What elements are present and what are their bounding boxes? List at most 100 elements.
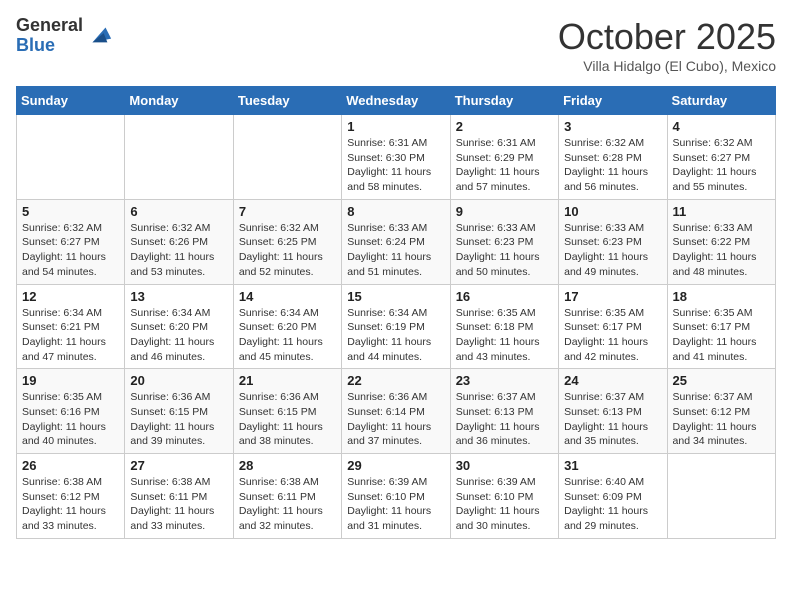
day-info: Sunrise: 6:34 AMSunset: 6:19 PMDaylight:… [347, 306, 444, 365]
logo: General Blue [16, 16, 113, 56]
day-info: Sunrise: 6:37 AMSunset: 6:13 PMDaylight:… [564, 390, 661, 449]
day-number: 24 [564, 373, 661, 388]
calendar-cell: 24 Sunrise: 6:37 AMSunset: 6:13 PMDayligh… [559, 369, 667, 454]
day-info: Sunrise: 6:38 AMSunset: 6:11 PMDaylight:… [239, 475, 336, 534]
day-header-tuesday: Tuesday [233, 87, 341, 115]
day-number: 6 [130, 204, 227, 219]
day-info: Sunrise: 6:35 AMSunset: 6:16 PMDaylight:… [22, 390, 119, 449]
day-number: 2 [456, 119, 553, 134]
day-number: 4 [673, 119, 770, 134]
calendar-cell [17, 115, 125, 200]
calendar-week-4: 19 Sunrise: 6:35 AMSunset: 6:16 PMDayligh… [17, 369, 776, 454]
day-info: Sunrise: 6:32 AMSunset: 6:27 PMDaylight:… [673, 136, 770, 195]
month-title: October 2025 [558, 16, 776, 58]
calendar-header-row: SundayMondayTuesdayWednesdayThursdayFrid… [17, 87, 776, 115]
day-info: Sunrise: 6:36 AMSunset: 6:14 PMDaylight:… [347, 390, 444, 449]
day-info: Sunrise: 6:35 AMSunset: 6:17 PMDaylight:… [564, 306, 661, 365]
day-info: Sunrise: 6:34 AMSunset: 6:20 PMDaylight:… [239, 306, 336, 365]
logo-general-text: General [16, 16, 83, 36]
calendar-cell: 4 Sunrise: 6:32 AMSunset: 6:27 PMDaylight… [667, 115, 775, 200]
logo-blue-text: Blue [16, 36, 83, 56]
calendar-cell: 14 Sunrise: 6:34 AMSunset: 6:20 PMDayligh… [233, 284, 341, 369]
day-header-saturday: Saturday [667, 87, 775, 115]
day-info: Sunrise: 6:36 AMSunset: 6:15 PMDaylight:… [239, 390, 336, 449]
day-header-friday: Friday [559, 87, 667, 115]
calendar-week-3: 12Sunrise: 6:34 AMSunset: 6:21 PMDayligh… [17, 284, 776, 369]
calendar-week-1: 1 Sunrise: 6:31 AMSunset: 6:30 PMDaylight… [17, 115, 776, 200]
day-header-thursday: Thursday [450, 87, 558, 115]
calendar-cell: 17 Sunrise: 6:35 AMSunset: 6:17 PMDayligh… [559, 284, 667, 369]
day-info: Sunrise: 6:34 AMSunset: 6:20 PMDaylight:… [130, 306, 227, 365]
day-number: 27 [130, 458, 227, 473]
day-number: 13 [130, 289, 227, 304]
day-number: 19 [22, 373, 119, 388]
day-number: 17 [564, 289, 661, 304]
day-number: 1 [347, 119, 444, 134]
day-info: Sunrise: 6:38 AMSunset: 6:12 PMDaylight:… [22, 475, 119, 534]
day-number: 31 [564, 458, 661, 473]
calendar-cell: 3Sunrise: 6:32 AMSunset: 6:28 PMDaylight… [559, 115, 667, 200]
day-header-monday: Monday [125, 87, 233, 115]
calendar-week-5: 26 Sunrise: 6:38 AMSunset: 6:12 PMDayligh… [17, 454, 776, 539]
day-info: Sunrise: 6:33 AMSunset: 6:23 PMDaylight:… [564, 221, 661, 280]
day-info: Sunrise: 6:33 AMSunset: 6:22 PMDaylight:… [673, 221, 770, 280]
calendar-cell: 27 Sunrise: 6:38 AMSunset: 6:11 PMDayligh… [125, 454, 233, 539]
day-header-wednesday: Wednesday [342, 87, 450, 115]
calendar-cell: 6Sunrise: 6:32 AMSunset: 6:26 PMDaylight… [125, 199, 233, 284]
calendar-cell: 22 Sunrise: 6:36 AMSunset: 6:14 PMDayligh… [342, 369, 450, 454]
day-number: 15 [347, 289, 444, 304]
calendar-cell: 8Sunrise: 6:33 AMSunset: 6:24 PMDaylight… [342, 199, 450, 284]
day-info: Sunrise: 6:31 AMSunset: 6:30 PMDaylight:… [347, 136, 444, 195]
day-number: 22 [347, 373, 444, 388]
day-info: Sunrise: 6:37 AMSunset: 6:13 PMDaylight:… [456, 390, 553, 449]
calendar-cell: 5Sunrise: 6:32 AMSunset: 6:27 PMDaylight… [17, 199, 125, 284]
calendar-cell [667, 454, 775, 539]
calendar-cell: 28 Sunrise: 6:38 AMSunset: 6:11 PMDayligh… [233, 454, 341, 539]
calendar-body: 1 Sunrise: 6:31 AMSunset: 6:30 PMDaylight… [17, 115, 776, 539]
calendar-cell: 23Sunrise: 6:37 AMSunset: 6:13 PMDayligh… [450, 369, 558, 454]
calendar-cell: 20 Sunrise: 6:36 AMSunset: 6:15 PMDayligh… [125, 369, 233, 454]
calendar-cell: 1 Sunrise: 6:31 AMSunset: 6:30 PMDaylight… [342, 115, 450, 200]
calendar-cell: 21 Sunrise: 6:36 AMSunset: 6:15 PMDayligh… [233, 369, 341, 454]
day-number: 26 [22, 458, 119, 473]
calendar-cell: 11Sunrise: 6:33 AMSunset: 6:22 PMDayligh… [667, 199, 775, 284]
page-header: General Blue October 2025 Villa Hidalgo … [16, 16, 776, 74]
calendar-cell: 2Sunrise: 6:31 AMSunset: 6:29 PMDaylight… [450, 115, 558, 200]
day-info: Sunrise: 6:35 AMSunset: 6:17 PMDaylight:… [673, 306, 770, 365]
calendar-cell: 18 Sunrise: 6:35 AMSunset: 6:17 PMDayligh… [667, 284, 775, 369]
day-number: 28 [239, 458, 336, 473]
day-number: 16 [456, 289, 553, 304]
day-number: 14 [239, 289, 336, 304]
calendar-table: SundayMondayTuesdayWednesdayThursdayFrid… [16, 86, 776, 539]
calendar-cell [233, 115, 341, 200]
day-number: 18 [673, 289, 770, 304]
day-number: 8 [347, 204, 444, 219]
logo-icon [85, 20, 113, 48]
calendar-cell: 31 Sunrise: 6:40 AMSunset: 6:09 PMDayligh… [559, 454, 667, 539]
day-info: Sunrise: 6:38 AMSunset: 6:11 PMDaylight:… [130, 475, 227, 534]
day-number: 21 [239, 373, 336, 388]
day-info: Sunrise: 6:33 AMSunset: 6:23 PMDaylight:… [456, 221, 553, 280]
day-info: Sunrise: 6:40 AMSunset: 6:09 PMDaylight:… [564, 475, 661, 534]
day-number: 20 [130, 373, 227, 388]
calendar-cell: 10 Sunrise: 6:33 AMSunset: 6:23 PMDayligh… [559, 199, 667, 284]
day-info: Sunrise: 6:36 AMSunset: 6:15 PMDaylight:… [130, 390, 227, 449]
day-number: 12 [22, 289, 119, 304]
calendar-cell: 7Sunrise: 6:32 AMSunset: 6:25 PMDaylight… [233, 199, 341, 284]
day-number: 5 [22, 204, 119, 219]
day-header-sunday: Sunday [17, 87, 125, 115]
calendar-cell: 16Sunrise: 6:35 AMSunset: 6:18 PMDayligh… [450, 284, 558, 369]
calendar-cell: 15 Sunrise: 6:34 AMSunset: 6:19 PMDayligh… [342, 284, 450, 369]
day-info: Sunrise: 6:39 AMSunset: 6:10 PMDaylight:… [456, 475, 553, 534]
calendar-cell: 12Sunrise: 6:34 AMSunset: 6:21 PMDayligh… [17, 284, 125, 369]
calendar-cell: 19 Sunrise: 6:35 AMSunset: 6:16 PMDayligh… [17, 369, 125, 454]
title-block: October 2025 Villa Hidalgo (El Cubo), Me… [558, 16, 776, 74]
calendar-cell [125, 115, 233, 200]
day-number: 30 [456, 458, 553, 473]
calendar-cell: 9Sunrise: 6:33 AMSunset: 6:23 PMDaylight… [450, 199, 558, 284]
day-number: 10 [564, 204, 661, 219]
calendar-cell: 30 Sunrise: 6:39 AMSunset: 6:10 PMDayligh… [450, 454, 558, 539]
day-info: Sunrise: 6:32 AMSunset: 6:25 PMDaylight:… [239, 221, 336, 280]
day-number: 3 [564, 119, 661, 134]
calendar-week-2: 5Sunrise: 6:32 AMSunset: 6:27 PMDaylight… [17, 199, 776, 284]
